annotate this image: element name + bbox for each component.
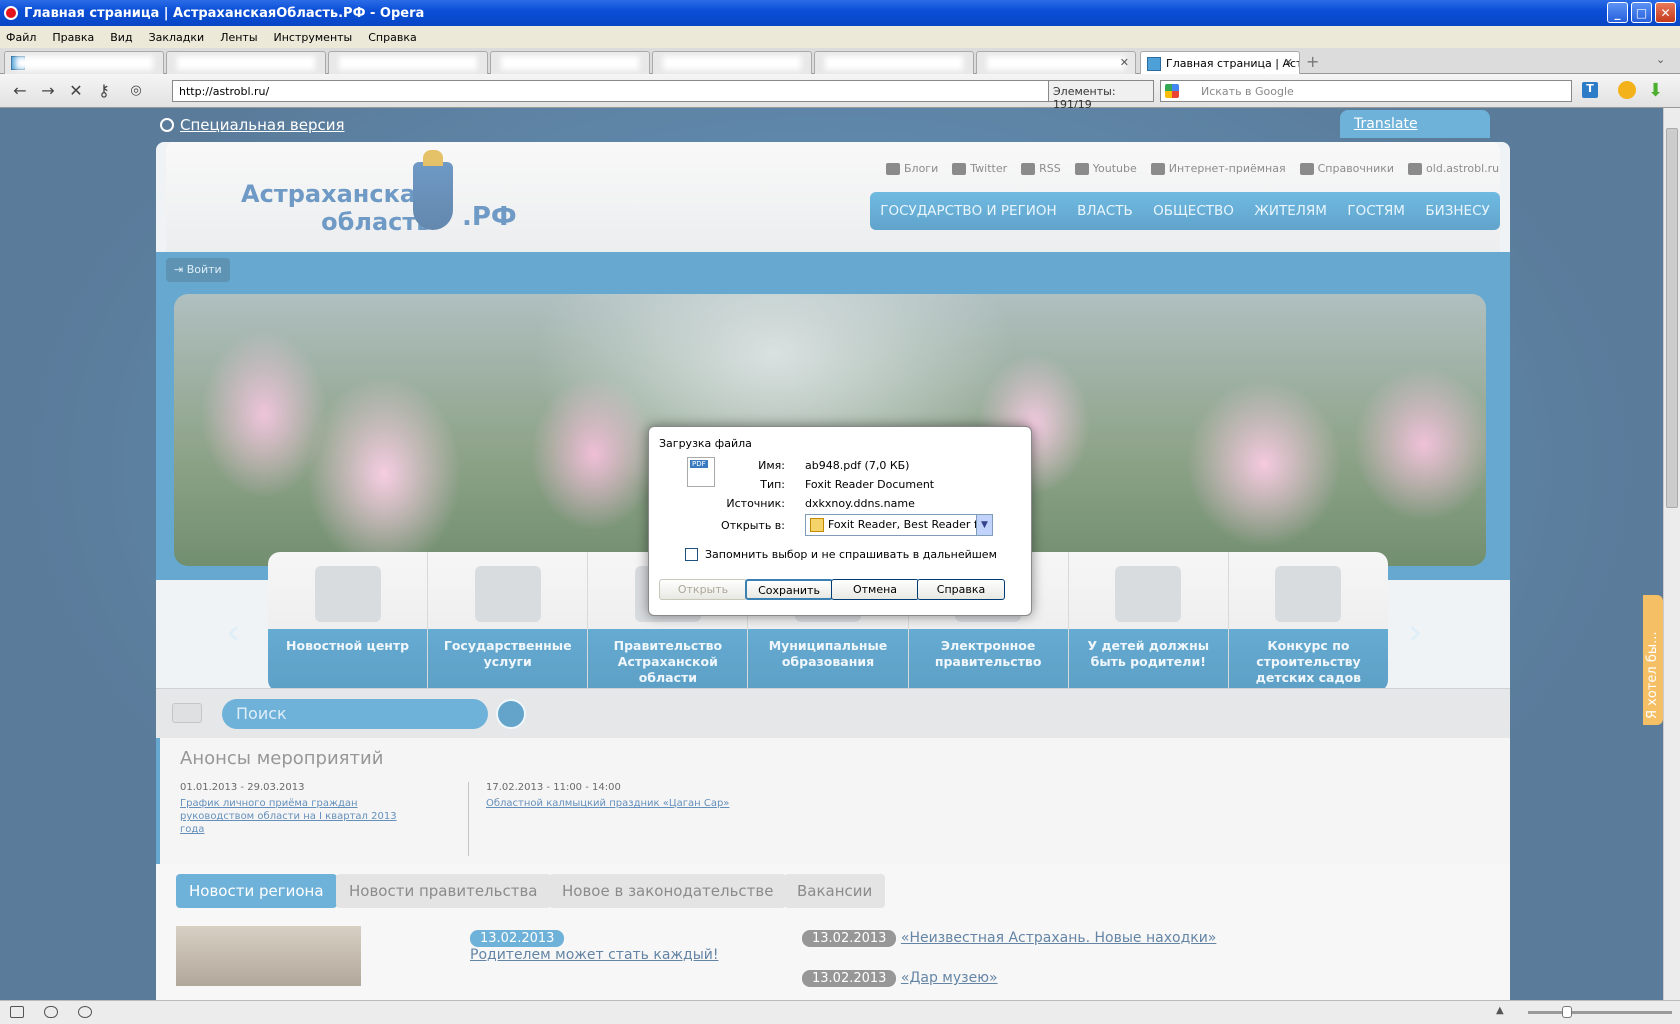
vertical-scrollbar[interactable] bbox=[1663, 108, 1680, 1000]
tab-6[interactable] bbox=[814, 51, 974, 74]
elements-counter: Элементы: 191/19 bbox=[1048, 80, 1154, 111]
menu-bar: Файл Правка Вид Закладки Ленты Инструмен… bbox=[0, 26, 1680, 48]
tab-5[interactable] bbox=[652, 51, 812, 74]
notification-icon[interactable] bbox=[1618, 81, 1636, 99]
speed-dial-icon[interactable] bbox=[78, 1006, 92, 1018]
back-icon[interactable]: ← bbox=[6, 81, 34, 100]
site-favicon-icon bbox=[1147, 56, 1161, 71]
minimize-button[interactable]: _ bbox=[1607, 2, 1628, 23]
tab-4[interactable] bbox=[490, 51, 650, 74]
window-title-bar: Главная страница | АстраханскаяОбласть.Р… bbox=[0, 0, 1680, 26]
source-label: Источник: bbox=[726, 497, 785, 510]
zoom-slider[interactable] bbox=[1528, 1006, 1672, 1018]
name-label: Имя: bbox=[758, 459, 785, 472]
chevron-down-icon[interactable]: ▼ bbox=[976, 515, 992, 535]
menu-feeds[interactable]: Ленты bbox=[220, 31, 257, 44]
google-icon bbox=[1165, 84, 1179, 98]
download-arrow-icon[interactable]: ⬇ bbox=[1648, 80, 1663, 101]
file-download-dialog: Загрузка файла Имя: ab948.pdf (7,0 КБ) Т… bbox=[648, 426, 1032, 616]
menu-bookmarks[interactable]: Закладки bbox=[149, 31, 205, 44]
open-with-select[interactable]: Foxit Reader, Best Reader for ▼ bbox=[805, 514, 993, 536]
file-source: dxkxnoy.ddns.name bbox=[805, 497, 915, 510]
menu-tools[interactable]: Инструменты bbox=[274, 31, 353, 44]
close-window-button[interactable]: ✕ bbox=[1655, 2, 1676, 23]
tab-3[interactable] bbox=[328, 51, 488, 74]
remember-label: Запомнить выбор и не спрашивать в дальне… bbox=[705, 548, 997, 561]
dialog-title: Загрузка файла bbox=[659, 437, 752, 450]
tab-bar: ✕ Главная страница | Аст... ✕ + ⌄ bbox=[0, 48, 1680, 75]
file-type: Foxit Reader Document bbox=[805, 478, 935, 491]
tab-1[interactable] bbox=[4, 51, 164, 74]
tab-7[interactable]: ✕ bbox=[976, 51, 1136, 74]
opera-icon bbox=[4, 6, 18, 20]
open-with-label: Открыть в: bbox=[721, 519, 785, 532]
address-toolbar: ← → ✕ ⚷ ◎ http://astrobl.ru/ Элементы: 1… bbox=[0, 74, 1680, 111]
window-title: Главная страница | АстраханскаяОбласть.Р… bbox=[24, 5, 425, 21]
status-bar: ▲ bbox=[0, 1000, 1680, 1024]
maximize-button[interactable]: □ bbox=[1631, 2, 1652, 23]
type-label: Тип: bbox=[760, 478, 785, 491]
file-name: ab948.pdf (7,0 КБ) bbox=[805, 459, 910, 472]
close-tab-icon[interactable]: ✕ bbox=[1120, 56, 1129, 69]
menu-help[interactable]: Справка bbox=[368, 31, 416, 44]
new-tab-icon[interactable]: + bbox=[1306, 52, 1319, 71]
key-icon[interactable]: ⚷ bbox=[90, 81, 118, 100]
save-button[interactable]: Сохранить bbox=[745, 579, 833, 600]
stop-icon[interactable]: ✕ bbox=[62, 81, 90, 100]
open-button[interactable]: Открыть bbox=[659, 579, 747, 600]
menu-file[interactable]: Файл bbox=[6, 31, 36, 44]
url-field[interactable]: http://astrobl.ru/ bbox=[172, 80, 1052, 102]
tab-active[interactable]: Главная страница | Аст... ✕ bbox=[1140, 51, 1300, 75]
active-tab-label: Главная страница | Аст... bbox=[1166, 57, 1300, 70]
translate-toolbar-icon[interactable]: T bbox=[1582, 82, 1598, 98]
google-search-field[interactable]: Искать в Google bbox=[1160, 80, 1572, 102]
remember-checkbox[interactable] bbox=[685, 548, 698, 561]
close-tab-icon[interactable]: ✕ bbox=[1284, 56, 1293, 69]
forward-icon[interactable]: → bbox=[34, 81, 62, 100]
site-info-icon[interactable]: ◎ bbox=[122, 83, 150, 98]
scroll-thumb[interactable] bbox=[1666, 128, 1678, 508]
foxit-icon bbox=[810, 518, 824, 532]
zoom-arrow-icon[interactable]: ▲ bbox=[1496, 1005, 1504, 1016]
menu-edit[interactable]: Правка bbox=[52, 31, 94, 44]
cloud-icon[interactable] bbox=[44, 1006, 58, 1018]
zoom-slider-handle[interactable] bbox=[1562, 1006, 1572, 1018]
menu-view[interactable]: Вид bbox=[110, 31, 132, 44]
tab-menu-chevron-icon[interactable]: ⌄ bbox=[1656, 53, 1665, 66]
cancel-button[interactable]: Отмена bbox=[831, 579, 919, 600]
panel-toggle-icon[interactable] bbox=[10, 1006, 24, 1018]
tab-2[interactable] bbox=[166, 51, 326, 74]
help-button[interactable]: Справка bbox=[917, 579, 1005, 600]
